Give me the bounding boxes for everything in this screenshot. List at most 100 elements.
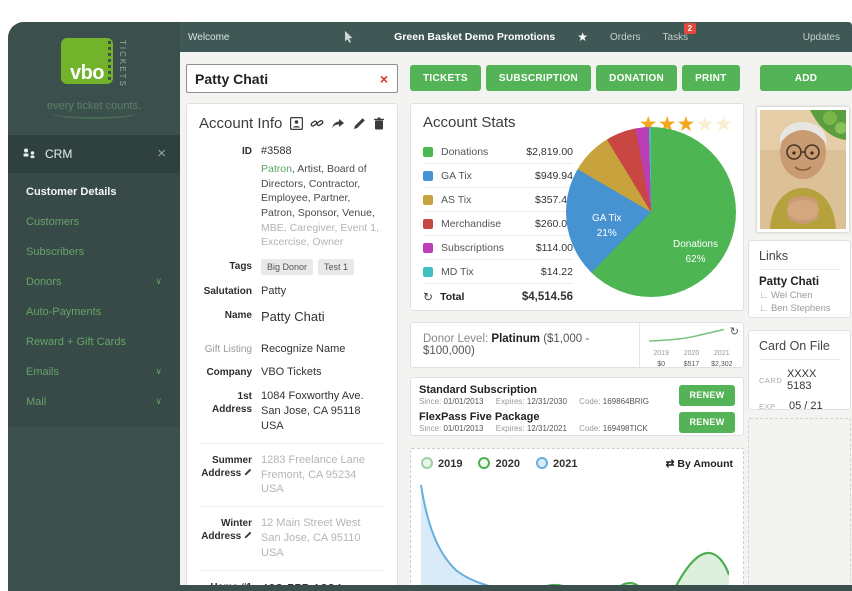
updates-link[interactable]: Updates <box>803 32 840 43</box>
total-label: Total <box>440 291 464 303</box>
orders-link[interactable]: Orders <box>610 32 641 43</box>
add-button[interactable]: ADD <box>760 65 852 91</box>
by-amount-toggle[interactable]: ⇄ By Amount <box>666 458 733 470</box>
logo-tagline: every ticket counts. <box>8 100 180 112</box>
subscription-name: FlexPass Five Package <box>419 411 679 423</box>
subscription-row: Standard Subscription Since: 01/01/2013 … <box>419 383 735 407</box>
chevron-down-icon: ∨ <box>155 396 162 407</box>
subscription-button[interactable]: SUBSCRIPTION <box>486 65 591 91</box>
sidebar-item-customers[interactable]: Customers <box>8 207 180 237</box>
divider <box>199 570 385 571</box>
account-id: #3588 <box>261 144 292 159</box>
crm-section-header: CRM × <box>8 135 180 173</box>
ticket-perforation <box>108 41 111 81</box>
account-info-panel: Account Info <box>186 103 398 585</box>
sidebar-item-donors[interactable]: Donors ∨ <box>8 267 180 297</box>
welcome-label: Welcome <box>188 32 230 43</box>
sidebar-item-subscribers[interactable]: Subscribers <box>8 237 180 267</box>
menu-label: Customer Details <box>26 186 116 198</box>
logo-tickets-text: TICKETS <box>118 40 127 88</box>
close-icon[interactable]: × <box>157 145 166 162</box>
legend-name: MD Tix <box>441 266 474 278</box>
card-on-file-title: Card On File <box>759 339 840 360</box>
sidebar-item-emails[interactable]: Emails ∨ <box>8 357 180 387</box>
legend-swatch <box>423 171 433 181</box>
edit-pencil-icon[interactable] <box>244 531 252 539</box>
chevron-down-icon: ∨ <box>155 366 162 377</box>
edit-pencil-icon[interactable] <box>244 468 252 476</box>
divider <box>199 506 385 507</box>
main-content: × TICKETS SUBSCRIPTION DONATION PRINT AD… <box>180 52 852 585</box>
links-child[interactable]: ∟ Wei Chen <box>759 290 840 301</box>
links-child[interactable]: ∟ Ben Stephens <box>759 303 840 314</box>
tagline-underline <box>51 113 137 119</box>
renew-button[interactable]: RENEW <box>679 385 735 406</box>
winter-address-value: 12 Main Street West San Jose, CA 95110 U… <box>261 516 360 561</box>
exp-label: EXP <box>759 402 789 411</box>
cursor-icon <box>344 31 354 43</box>
card-number: XXXX 5183 <box>787 368 840 392</box>
print-button[interactable]: PRINT <box>682 65 740 91</box>
company-label: Company <box>199 365 261 380</box>
vbo-logo-box: vbo <box>61 38 113 84</box>
contact-card-icon[interactable] <box>290 117 303 130</box>
tag-chip[interactable]: Test 1 <box>318 259 354 275</box>
card-label: CARD <box>759 376 787 385</box>
legend-name: Donations <box>441 146 488 158</box>
link-icon[interactable] <box>310 117 324 130</box>
legend-2020[interactable]: 2020 <box>478 457 519 470</box>
donor-year-col: 2021 $2,302 <box>707 349 737 370</box>
tag-chip[interactable]: Big Donor <box>261 259 313 275</box>
exp-value: 05 / 21 <box>789 400 823 412</box>
swap-icon: ⇄ <box>666 458 675 470</box>
refresh-icon[interactable]: ↻ <box>730 325 739 338</box>
legend-name: Subscriptions <box>441 242 504 254</box>
summer-address-label: Summer Address <box>199 453 261 498</box>
legend-row: Merchandise $260.00 <box>423 212 573 236</box>
legend-ring-2021 <box>536 457 548 469</box>
legend-name: Merchandise <box>441 218 501 230</box>
stats-legend: Donations $2,819.00 GA Tix $949.94 AS Ti… <box>423 140 573 310</box>
subscription-meta: Since: 01/01/2013 Expires: 12/31/2030 Co… <box>419 397 679 406</box>
tickets-button[interactable]: TICKETS <box>410 65 481 91</box>
edit-pencil-icon[interactable] <box>353 117 366 130</box>
organization-name: Green Basket Demo Promotions <box>394 31 555 43</box>
category-list: Patron, Artist, Board of Directors, Cont… <box>261 162 385 250</box>
id-label: ID <box>199 144 261 159</box>
legend-2021[interactable]: 2021 <box>536 457 577 470</box>
legend-swatch <box>423 243 433 253</box>
legend-2019[interactable]: 2019 <box>421 457 462 470</box>
refresh-icon[interactable]: ↻ <box>423 290 433 304</box>
sidebar-item-customer-details[interactable]: Customer Details <box>8 177 180 207</box>
pie-label-donations: Donations 62% <box>673 237 718 267</box>
first-address-label: 1st Address <box>199 389 261 434</box>
pie-label-ga-tix: GA Tix 21% <box>592 211 621 241</box>
menu-label: Mail <box>26 396 46 408</box>
sidebar-item-auto-payments[interactable]: Auto-Payments <box>8 297 180 327</box>
delete-trash-icon[interactable] <box>373 117 385 130</box>
links-primary[interactable]: Patty Chati <box>759 276 840 288</box>
summer-address-value: 1283 Freelance Lane Fremont, CA 95234 US… <box>261 453 365 498</box>
legend-row: MD Tix $14.22 <box>423 260 573 284</box>
clear-search-icon[interactable]: × <box>371 71 397 87</box>
account-stats-title: Account Stats <box>423 114 516 131</box>
topbar: Welcome Green Basket Demo Promotions ★ O… <box>180 22 852 52</box>
legend-total-row: ↻ Total $4,514.56 <box>423 284 573 310</box>
renew-button[interactable]: RENEW <box>679 412 735 433</box>
menu-label: Donors <box>26 276 61 288</box>
sidebar: vbo TICKETS every ticket counts. CRM × C… <box>8 22 180 591</box>
search-input[interactable] <box>187 71 371 87</box>
tasks-link[interactable]: Tasks 2 <box>663 32 689 43</box>
donor-sparkline <box>646 328 726 343</box>
share-icon[interactable] <box>331 118 346 130</box>
sidebar-item-reward-gift-cards[interactable]: Reward + Gift Cards <box>8 327 180 357</box>
legend-name: GA Tix <box>441 170 472 182</box>
star-icon[interactable]: ★ <box>577 30 588 44</box>
divider <box>199 443 385 444</box>
sidebar-item-mail[interactable]: Mail ∨ <box>8 387 180 417</box>
legend-row: GA Tix $949.94 <box>423 164 573 188</box>
sidebar-menu: Customer Details Customers Subscribers D… <box>8 173 180 427</box>
links-panel: Links Patty Chati ∟ Wei Chen ∟ Ben Steph… <box>748 240 851 318</box>
history-area-chart <box>415 483 729 585</box>
donation-button[interactable]: DONATION <box>596 65 677 91</box>
